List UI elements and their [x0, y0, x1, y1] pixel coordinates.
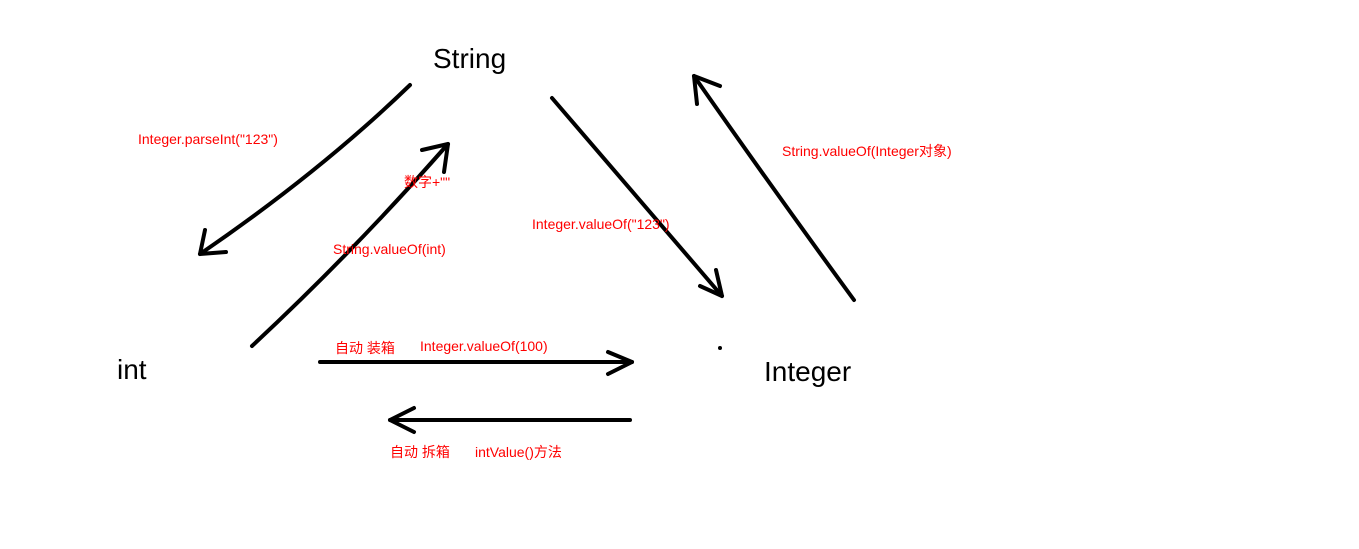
label-integer-to-int-auto: 自动 拆箱: [390, 442, 450, 462]
label-integer-to-string: String.valueOf(Integer对象): [782, 141, 952, 161]
node-integer: Integer: [764, 356, 851, 388]
label-int-to-string-concat: 数字+"": [404, 172, 450, 192]
label-int-to-string-valueof: String.valueOf(int): [333, 241, 446, 257]
node-string: String: [433, 43, 506, 75]
label-string-to-int: Integer.parseInt("123"): [138, 131, 278, 147]
label-string-to-integer: Integer.valueOf("123"): [532, 216, 670, 232]
label-int-to-integer-method: Integer.valueOf(100): [420, 338, 548, 354]
label-int-to-integer-auto: 自动 装箱: [335, 338, 395, 358]
diagram-arrows: [0, 0, 1359, 549]
label-integer-to-int-method: intValue()方法: [475, 442, 562, 462]
node-int: int: [117, 354, 147, 386]
